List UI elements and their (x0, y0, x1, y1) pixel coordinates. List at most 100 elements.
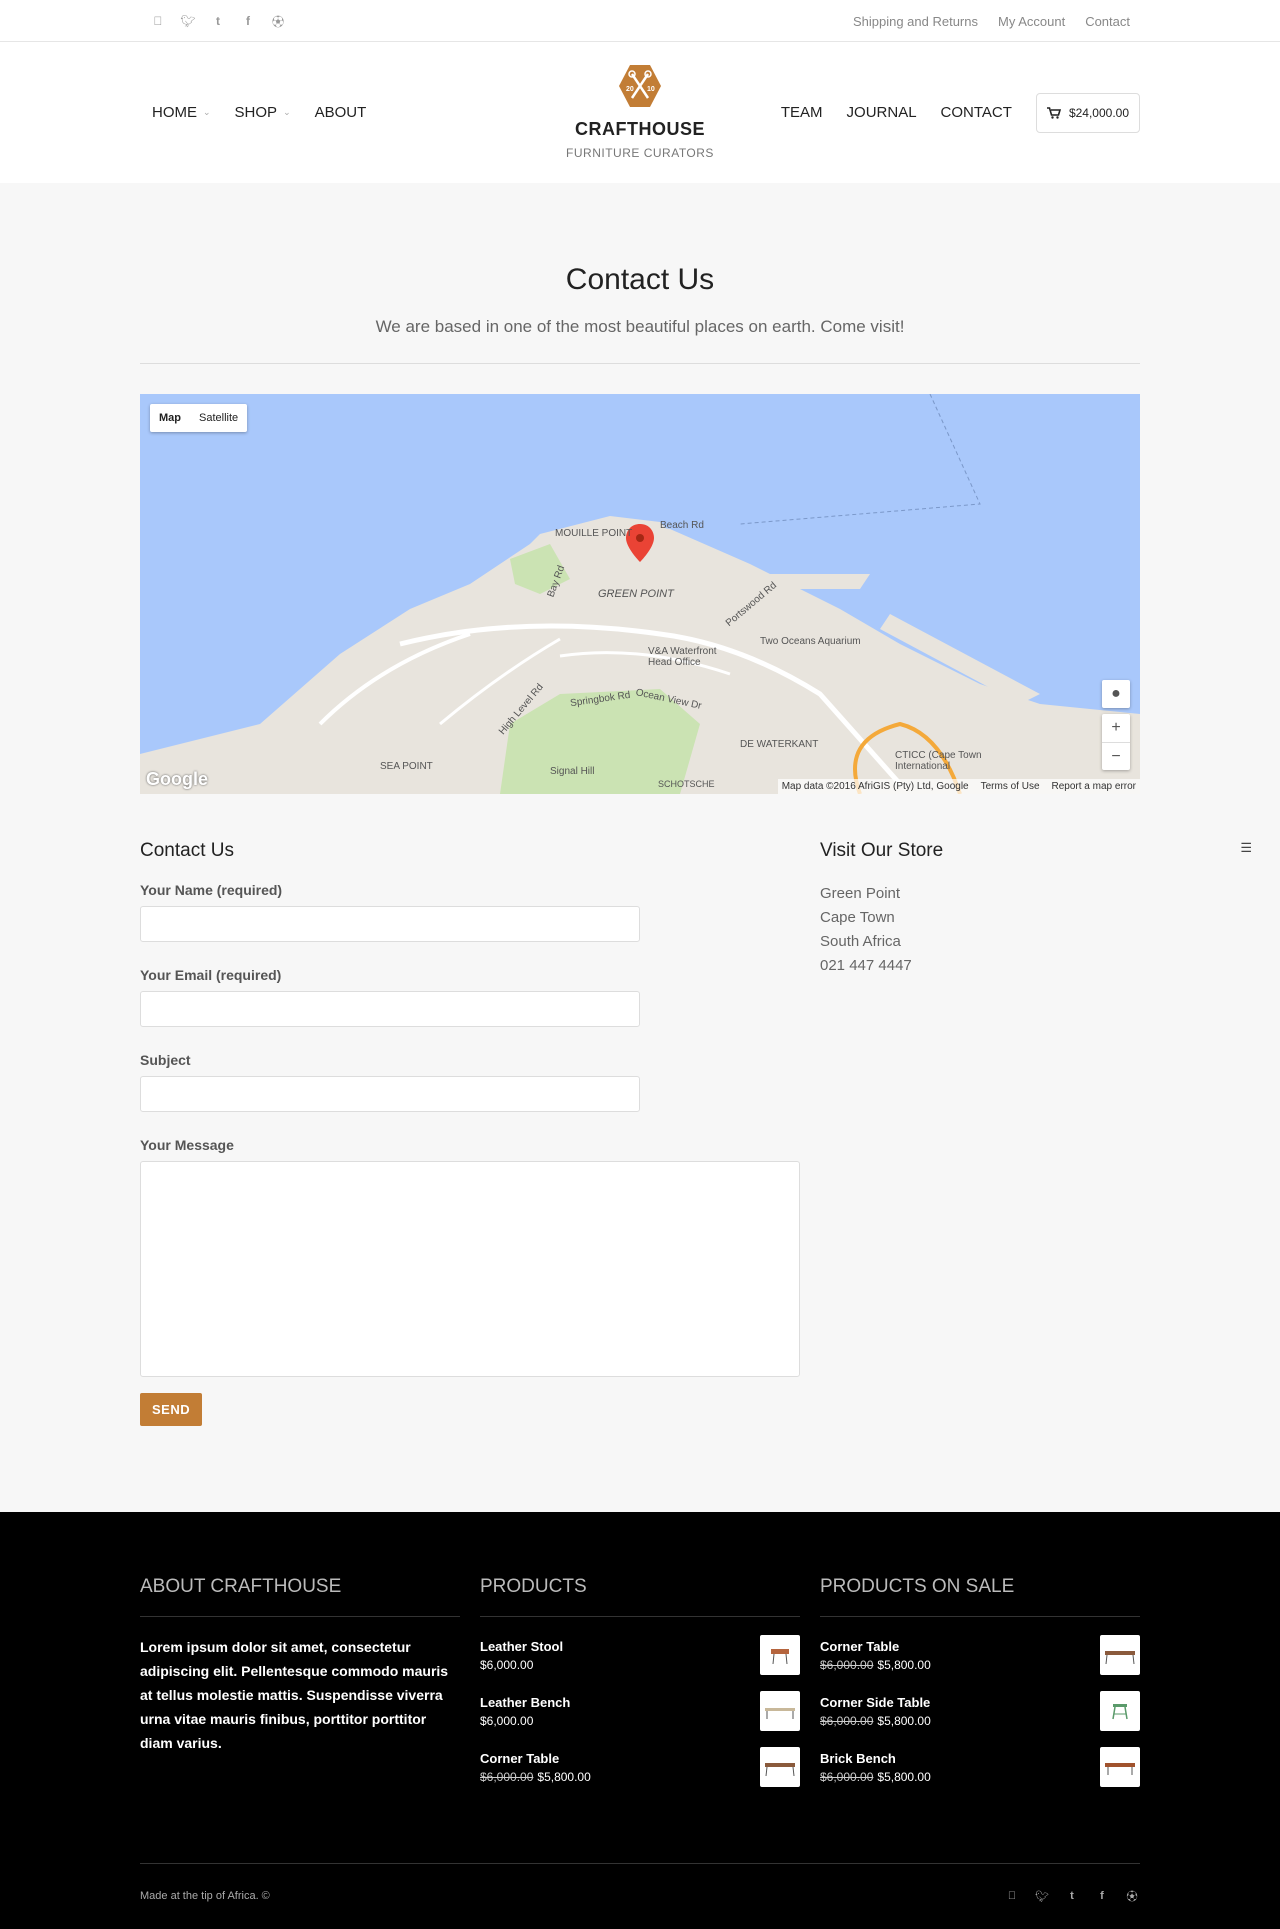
main-nav-left: HOME ⌄ SHOP ⌄ ABOUT (140, 104, 366, 121)
product-price: $5,800.00 (877, 1769, 931, 1784)
product-item[interactable]: Corner Side Table $6,000.00 $5,800.00 (820, 1691, 1140, 1731)
top-links: Shipping and Returns My Account Contact (853, 14, 1140, 29)
twitter-icon[interactable]: 🐦︎ (1034, 1890, 1050, 1903)
product-name[interactable]: Leather Stool (480, 1639, 563, 1654)
dribbble-icon[interactable]: ⚽︎ (270, 13, 286, 30)
product-item[interactable]: Corner Table $6,000.00 $5,800.00 (820, 1635, 1140, 1675)
product-price: $5,800.00 (877, 1713, 931, 1728)
contact-section: Contact Us Your Name (required) Your Ema… (140, 840, 1252, 1426)
footer-products-heading: PRODUCTS (480, 1576, 800, 1617)
map-label: Two Oceans Aquarium (760, 636, 861, 647)
map-label: V&A Waterfront Head Office (648, 646, 717, 668)
layers-icon[interactable]: ☰ (1240, 840, 1252, 856)
terms-link[interactable]: Terms of Use (981, 781, 1040, 792)
subject-input[interactable] (140, 1076, 640, 1112)
chevron-down-icon: ⌄ (203, 107, 211, 117)
logo-year-left: 20 (626, 86, 634, 93)
google-logo: Google (146, 769, 208, 789)
email-label: Your Email (required) (140, 967, 282, 983)
product-item[interactable]: Leather Stool $6,000.00 (480, 1635, 800, 1675)
map-label: GREEN POINT (598, 588, 674, 600)
map-attribution: Map data ©2016 AfriGIS (Pty) Ltd, Google… (777, 779, 1140, 794)
cart-button[interactable]: $24,000.00 (1035, 92, 1140, 133)
tumblr-icon[interactable]: t (210, 14, 226, 28)
zoom-in-button[interactable]: + (1102, 714, 1130, 742)
nav-item-journal[interactable]: JOURNAL (847, 104, 917, 121)
chevron-down-icon: ⌄ (283, 107, 291, 117)
top-bar:  🐦︎ t f ⚽︎ Shipping and Returns My Acco… (0, 0, 1280, 42)
map-type-map-button[interactable]: Map (150, 404, 190, 432)
product-price: $6,000.00 (480, 1713, 534, 1728)
google-map[interactable]: MOUILLE POINT Beach Rd GREEN POINT Bay R… (140, 394, 1140, 794)
contact-link[interactable]: Contact (1085, 14, 1130, 29)
nav-item-contact[interactable]: CONTACT (941, 104, 1012, 121)
product-old-price: $6,000.00 (820, 1713, 874, 1728)
product-old-price: $6,000.00 (480, 1769, 534, 1784)
apple-icon[interactable]:  (1004, 1890, 1020, 1902)
address-line: Cape Town (820, 909, 895, 926)
product-name[interactable]: Corner Table (820, 1639, 931, 1654)
report-error-link[interactable]: Report a map error (1052, 781, 1136, 792)
logo-name: CRAFTHOUSE (575, 119, 705, 139)
page-title: Contact Us (565, 263, 715, 296)
logo-tagline: FURNITURE CURATORS (566, 146, 714, 160)
footer-about-heading: ABOUT CRAFTHOUSE (140, 1576, 460, 1617)
twitter-icon[interactable]: 🐦︎ (180, 14, 196, 28)
product-old-price: $6,000.00 (820, 1657, 874, 1672)
nav-item-team[interactable]: TEAM (781, 104, 823, 121)
product-item[interactable]: Corner Table $6,000.00 $5,800.00 (480, 1747, 800, 1787)
footer-products: PRODUCTS Leather Stool $6,000.00 Leather… (480, 1576, 800, 1787)
main-nav-right: TEAM JOURNAL CONTACT $24,000.00 (781, 92, 1140, 133)
site-header: HOME ⌄ SHOP ⌄ ABOUT 20 10 CRAFTHOUSE FUR… (0, 42, 1280, 183)
footer-bottom: Made at the tip of Africa. ©  🐦︎ t f ⚽︎ (140, 1863, 1140, 1904)
copyright-text: Made at the tip of Africa. © (140, 1890, 270, 1902)
product-thumbnail[interactable] (760, 1691, 800, 1731)
zoom-out-button[interactable]: − (1102, 742, 1130, 770)
product-thumbnail[interactable] (760, 1635, 800, 1675)
product-name[interactable]: Corner Table (480, 1751, 591, 1766)
dribbble-icon[interactable]: ⚽︎ (1124, 1888, 1140, 1904)
product-old-price: $6,000.00 (820, 1769, 874, 1784)
nav-item-shop[interactable]: SHOP ⌄ (235, 104, 291, 121)
phone-number: 021 447 4447 (820, 957, 912, 974)
message-textarea[interactable] (140, 1161, 800, 1377)
footer-about-text: Lorem ipsum dolor sit amet, consectetur … (140, 1639, 449, 1751)
page-subtitle: We are based in one of the most beautifu… (375, 317, 905, 336)
pegman-icon[interactable]: ● (1102, 680, 1130, 708)
send-button[interactable]: SEND (140, 1393, 203, 1426)
nav-item-home[interactable]: HOME ⌄ (152, 104, 211, 121)
product-thumbnail[interactable] (1100, 1635, 1140, 1675)
my-account-link[interactable]: My Account (998, 14, 1065, 29)
divider (140, 363, 1140, 364)
map-type-satellite-button[interactable]: Satellite (190, 404, 247, 432)
map-label: Signal Hill (550, 766, 595, 777)
product-name[interactable]: Corner Side Table (820, 1695, 931, 1710)
product-item[interactable]: Brick Bench $6,000.00 $5,800.00 (820, 1747, 1140, 1787)
nav-item-about[interactable]: ABOUT (315, 104, 367, 121)
product-price: $5,800.00 (877, 1657, 931, 1672)
product-name[interactable]: Leather Bench (480, 1695, 570, 1710)
facebook-icon[interactable]: f (240, 14, 256, 28)
product-name[interactable]: Brick Bench (820, 1751, 931, 1766)
product-price: $5,800.00 (537, 1769, 591, 1784)
product-thumbnail[interactable] (1100, 1747, 1140, 1787)
social-links:  🐦︎ t f ⚽︎ (140, 13, 286, 30)
store-address: Green Point Cape Town South Africa 021 4… (820, 882, 1140, 978)
nav-item-label: ABOUT (314, 104, 367, 121)
name-input[interactable] (140, 906, 640, 942)
map-label: Beach Rd (660, 520, 704, 531)
apple-icon[interactable]:  (150, 14, 166, 28)
tumblr-icon[interactable]: t (1064, 1890, 1080, 1902)
product-thumbnail[interactable] (760, 1747, 800, 1787)
product-item[interactable]: Leather Bench $6,000.00 (480, 1691, 800, 1731)
map-label: SCHOTSCHE (658, 779, 715, 789)
facebook-icon[interactable]: f (1094, 1890, 1110, 1902)
email-input[interactable] (140, 991, 640, 1027)
nav-item-label: HOME (152, 104, 197, 121)
product-thumbnail[interactable] (1100, 1691, 1140, 1731)
shipping-link[interactable]: Shipping and Returns (853, 14, 978, 29)
map-label: MOUILLE POINT (555, 528, 633, 539)
message-label: Your Message (140, 1137, 234, 1153)
map-label: CTICC (Cape Town International (895, 750, 982, 772)
site-logo[interactable]: 20 10 CRAFTHOUSE FURNITURE CURATORS (540, 62, 740, 160)
